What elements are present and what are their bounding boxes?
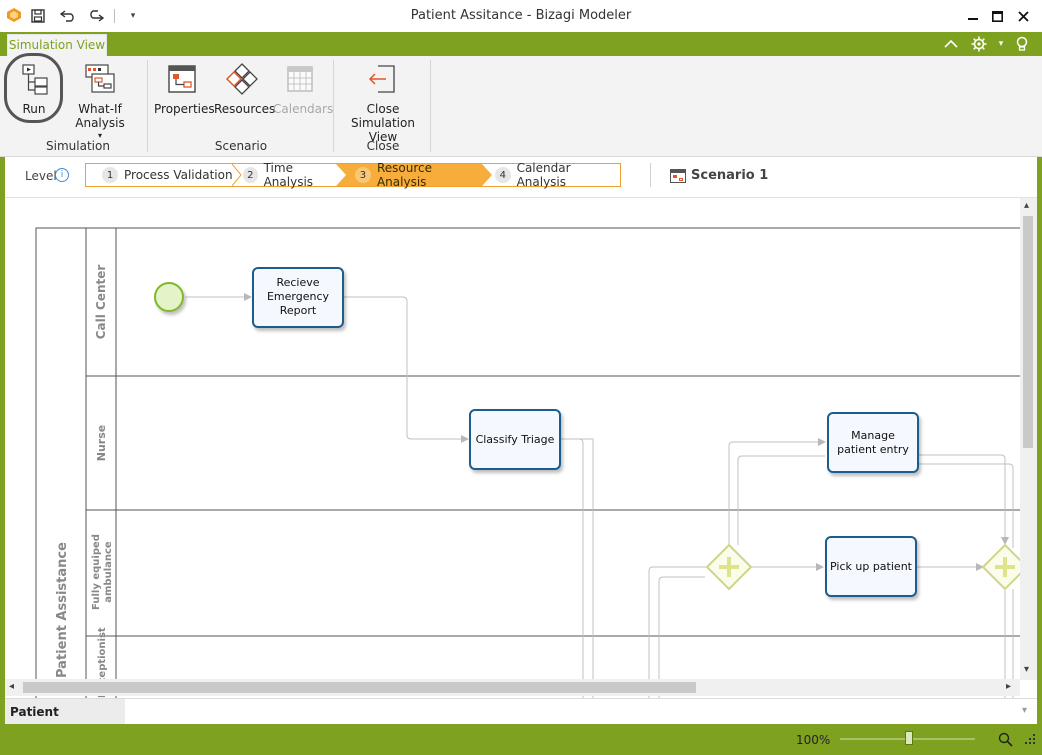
diagram-canvas[interactable]: Patient Assistance Call Center Nurse Ful… bbox=[5, 198, 1037, 698]
task-classify-triage[interactable]: Classify Triage bbox=[469, 409, 561, 470]
scroll-up-icon[interactable]: ▴ bbox=[1024, 200, 1029, 211]
ribbon-tab-strip: Simulation View ▾ bbox=[0, 32, 1042, 57]
zoom-fit-icon[interactable] bbox=[997, 731, 1013, 747]
calendars-icon bbox=[287, 66, 313, 92]
process-diagram: Patient Assistance Call Center Nurse Ful… bbox=[35, 227, 1037, 698]
lane-nurse[interactable]: Nurse bbox=[95, 425, 108, 461]
task-manage-patient-entry[interactable]: Manage patient entry bbox=[827, 412, 919, 473]
resources-icon bbox=[225, 63, 258, 95]
close-icon[interactable] bbox=[1012, 6, 1034, 26]
diagram-tabs-bar: Patient Assistance ▾ bbox=[5, 698, 1037, 745]
properties-icon bbox=[168, 65, 196, 93]
what-if-analysis-icon bbox=[85, 64, 115, 93]
resize-grip-icon[interactable] bbox=[1022, 731, 1038, 747]
group-label-simulation: Simulation bbox=[46, 139, 110, 153]
step-number: 1 bbox=[102, 167, 118, 183]
step-calendar-analysis[interactable]: 4 Calendar Analysis bbox=[495, 161, 621, 189]
settings-gear-icon[interactable] bbox=[970, 35, 988, 53]
settings-dropdown-icon[interactable]: ▾ bbox=[992, 35, 1010, 53]
resources-button[interactable]: Resources bbox=[214, 62, 276, 116]
scroll-down-icon[interactable]: ▾ bbox=[1024, 664, 1029, 675]
step-number: 4 bbox=[495, 167, 511, 183]
vertical-scroll-thumb[interactable] bbox=[1023, 216, 1033, 448]
horizontal-scrollbar[interactable]: ◂ ▸ bbox=[5, 679, 1020, 696]
lane-call-center[interactable]: Call Center bbox=[94, 265, 108, 340]
pool-label: Patient Assistance bbox=[55, 542, 70, 678]
task-label: Classify Triage bbox=[476, 433, 555, 446]
task-recieve-emergency-report[interactable]: Recieve Emergency Report bbox=[252, 267, 344, 328]
scenario-icon bbox=[670, 169, 686, 183]
analysis-level-steps: 1 Process Validation 2 Time Analysis 3 R… bbox=[85, 161, 621, 189]
zoom-level: 100% bbox=[796, 733, 831, 747]
level-label: Level bbox=[25, 169, 57, 183]
what-if-analysis-label: What-If Analysis bbox=[75, 102, 125, 130]
vertical-scrollbar[interactable]: ▴ ▾ bbox=[1020, 198, 1037, 680]
group-label-scenario: Scenario bbox=[214, 139, 268, 153]
exit-view-icon bbox=[368, 65, 395, 93]
close-simulation-view-button[interactable]: Close Simulation View bbox=[338, 62, 428, 144]
scroll-left-icon[interactable]: ◂ bbox=[9, 681, 14, 692]
lightbulb-icon[interactable] bbox=[1013, 35, 1031, 53]
zoom-slider-thumb[interactable] bbox=[905, 731, 913, 745]
step-label: Process Validation bbox=[124, 168, 233, 182]
properties-button[interactable]: Properties bbox=[154, 62, 215, 116]
group-separator bbox=[147, 60, 148, 152]
group-label-close: Close bbox=[366, 139, 400, 153]
step-label: Resource Analysis bbox=[376, 161, 432, 189]
step-number: 2 bbox=[243, 167, 258, 183]
scenario-separator bbox=[650, 163, 651, 187]
horizontal-scroll-thumb[interactable] bbox=[23, 682, 696, 693]
minimize-icon[interactable] bbox=[962, 6, 984, 26]
step-number: 3 bbox=[355, 167, 371, 183]
status-bar: 100% bbox=[0, 724, 1042, 755]
start-event[interactable] bbox=[154, 282, 184, 312]
step-chevron-icon bbox=[232, 164, 242, 186]
step-time-analysis[interactable]: 2 Time Analysis bbox=[243, 161, 339, 189]
info-icon[interactable]: i bbox=[55, 168, 69, 182]
close-label-line1: Close bbox=[366, 102, 400, 116]
task-label: Pick up patient bbox=[830, 560, 913, 573]
properties-label: Properties bbox=[154, 102, 215, 116]
task-pick-up-patient[interactable]: Pick up patient bbox=[825, 536, 917, 597]
title-bar: ▾ Patient Assitance - Bizagi Modeler bbox=[0, 0, 1042, 33]
calendars-button[interactable]: Calendars bbox=[273, 62, 334, 116]
calendars-label: Calendars bbox=[273, 102, 334, 116]
scroll-right-icon[interactable]: ▸ bbox=[1006, 681, 1011, 692]
step-process-validation[interactable]: 1 Process Validation bbox=[102, 164, 236, 186]
tabs-dropdown-icon[interactable]: ▾ bbox=[1022, 705, 1027, 716]
window-title: Patient Assitance - Bizagi Modeler bbox=[410, 8, 632, 23]
run-highlight-ring bbox=[4, 53, 63, 123]
step-resource-analysis[interactable]: 3 Resource Analysis bbox=[355, 161, 485, 189]
group-separator bbox=[333, 60, 334, 152]
ribbon: Run What-If Analysis ▾ Simulation Proper… bbox=[0, 56, 1042, 157]
step-label: Calendar Analysis bbox=[516, 161, 571, 189]
resources-label: Resources bbox=[214, 102, 276, 116]
scenario-name[interactable]: Scenario 1 bbox=[691, 168, 768, 183]
group-separator bbox=[430, 60, 431, 152]
lane-ambulance[interactable]: Fully equipedambulance bbox=[91, 534, 114, 610]
application-window: ▾ Patient Assitance - Bizagi Modeler Sim… bbox=[0, 0, 1042, 755]
maximize-icon[interactable] bbox=[986, 6, 1008, 26]
step-label: Time Analysis bbox=[263, 161, 314, 189]
tab-patient-assistance[interactable]: Patient Assistance bbox=[5, 699, 125, 745]
level-bar: Level i 1 Process Validation 2 Time Anal… bbox=[5, 157, 1037, 198]
what-if-analysis-button[interactable]: What-If Analysis ▾ bbox=[58, 62, 142, 140]
collapse-ribbon-icon[interactable] bbox=[942, 35, 960, 53]
